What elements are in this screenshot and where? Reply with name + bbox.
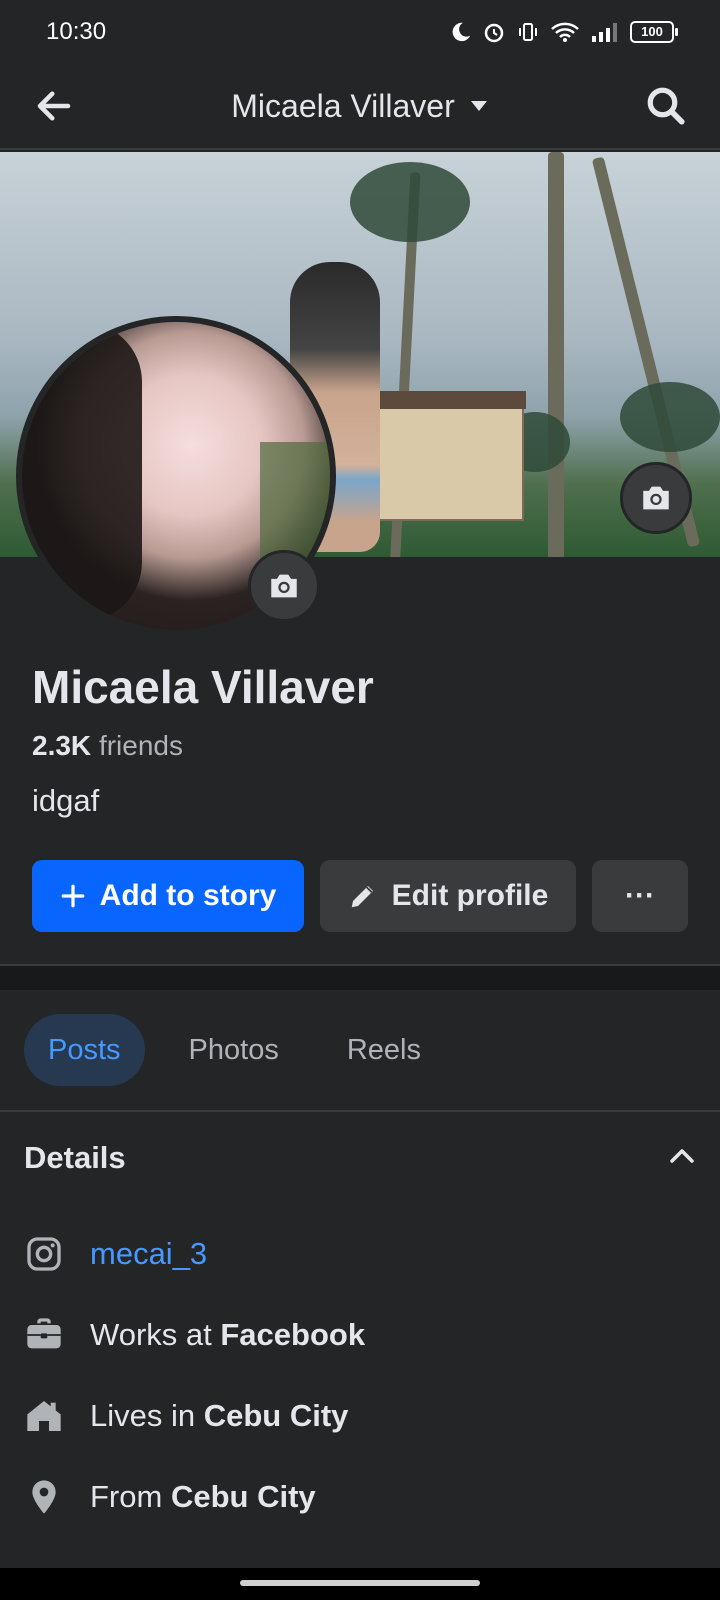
profile-switcher[interactable]: Micaela Villaver xyxy=(231,88,489,125)
details-header: Details xyxy=(24,1140,696,1176)
camera-icon xyxy=(643,486,669,510)
home-icon xyxy=(24,1396,64,1436)
home-gesture-handle[interactable] xyxy=(240,1580,480,1586)
details-title: Details xyxy=(24,1140,126,1175)
system-nav-bar xyxy=(0,1568,720,1600)
detail-lives: Lives in Cebu City xyxy=(24,1396,348,1436)
profile-actions: Add to story Edit profile ··· xyxy=(32,860,688,932)
friends-count-link[interactable]: 2.3K friends xyxy=(32,730,183,762)
vibrate-icon xyxy=(519,23,537,41)
edit-cover-button[interactable] xyxy=(620,462,692,534)
camera-icon xyxy=(271,574,297,598)
location-pin-icon xyxy=(24,1477,64,1517)
section-separator xyxy=(0,966,720,990)
friends-count: 2.3K xyxy=(32,730,92,761)
moon-icon xyxy=(452,22,471,42)
edit-profile-button[interactable]: Edit profile xyxy=(320,860,576,932)
back-button[interactable] xyxy=(30,82,78,130)
profile-tabs: Posts Photos Reels xyxy=(24,1014,445,1086)
friends-label: friends xyxy=(98,730,183,761)
works-value[interactable]: Facebook xyxy=(220,1317,365,1352)
chevron-up-icon xyxy=(670,1148,694,1163)
detail-from: From Cebu City xyxy=(24,1477,316,1517)
search-icon xyxy=(647,87,685,125)
from-value[interactable]: Cebu City xyxy=(171,1479,316,1514)
header-title: Micaela Villaver xyxy=(231,87,455,124)
add-to-story-label: Add to story xyxy=(99,879,277,912)
detail-instagram[interactable]: mecai_3 xyxy=(24,1234,207,1274)
detail-work: Works at Facebook xyxy=(24,1315,365,1355)
briefcase-icon xyxy=(24,1315,64,1355)
profile-name: Micaela Villaver xyxy=(32,661,374,713)
app-bar: Micaela Villaver xyxy=(0,64,720,150)
lives-prefix: Lives in xyxy=(90,1398,196,1433)
status-icons: 100 xyxy=(450,20,678,44)
wifi-icon xyxy=(551,22,579,42)
alarm-icon xyxy=(484,23,504,43)
profile-bio: idgaf xyxy=(32,783,100,818)
divider xyxy=(0,1110,720,1112)
battery-indicator: 100 xyxy=(630,21,678,43)
arrow-left-icon xyxy=(37,91,71,121)
more-icon: ··· xyxy=(625,879,655,912)
tab-posts[interactable]: Posts xyxy=(24,1014,145,1086)
edit-profile-label: Edit profile xyxy=(391,879,549,912)
pencil-icon xyxy=(351,886,373,908)
signal-icon xyxy=(592,23,617,42)
add-to-story-button[interactable]: Add to story xyxy=(32,860,304,932)
from-prefix: From xyxy=(90,1479,163,1514)
works-prefix: Works at xyxy=(90,1317,212,1352)
instagram-icon xyxy=(24,1234,64,1274)
edit-avatar-button[interactable] xyxy=(248,550,320,622)
status-bar: 10:30 100 xyxy=(0,0,720,64)
caret-down-icon xyxy=(470,101,487,111)
tab-photos[interactable]: Photos xyxy=(165,1014,303,1086)
status-time: 10:30 xyxy=(46,18,107,45)
search-button[interactable] xyxy=(642,82,690,130)
tab-reels[interactable]: Reels xyxy=(323,1014,445,1086)
lives-value[interactable]: Cebu City xyxy=(204,1398,349,1433)
more-options-button[interactable]: ··· xyxy=(592,860,688,932)
instagram-handle-link[interactable]: mecai_3 xyxy=(90,1236,207,1272)
plus-icon xyxy=(61,884,85,908)
collapse-details-button[interactable] xyxy=(668,1146,696,1171)
